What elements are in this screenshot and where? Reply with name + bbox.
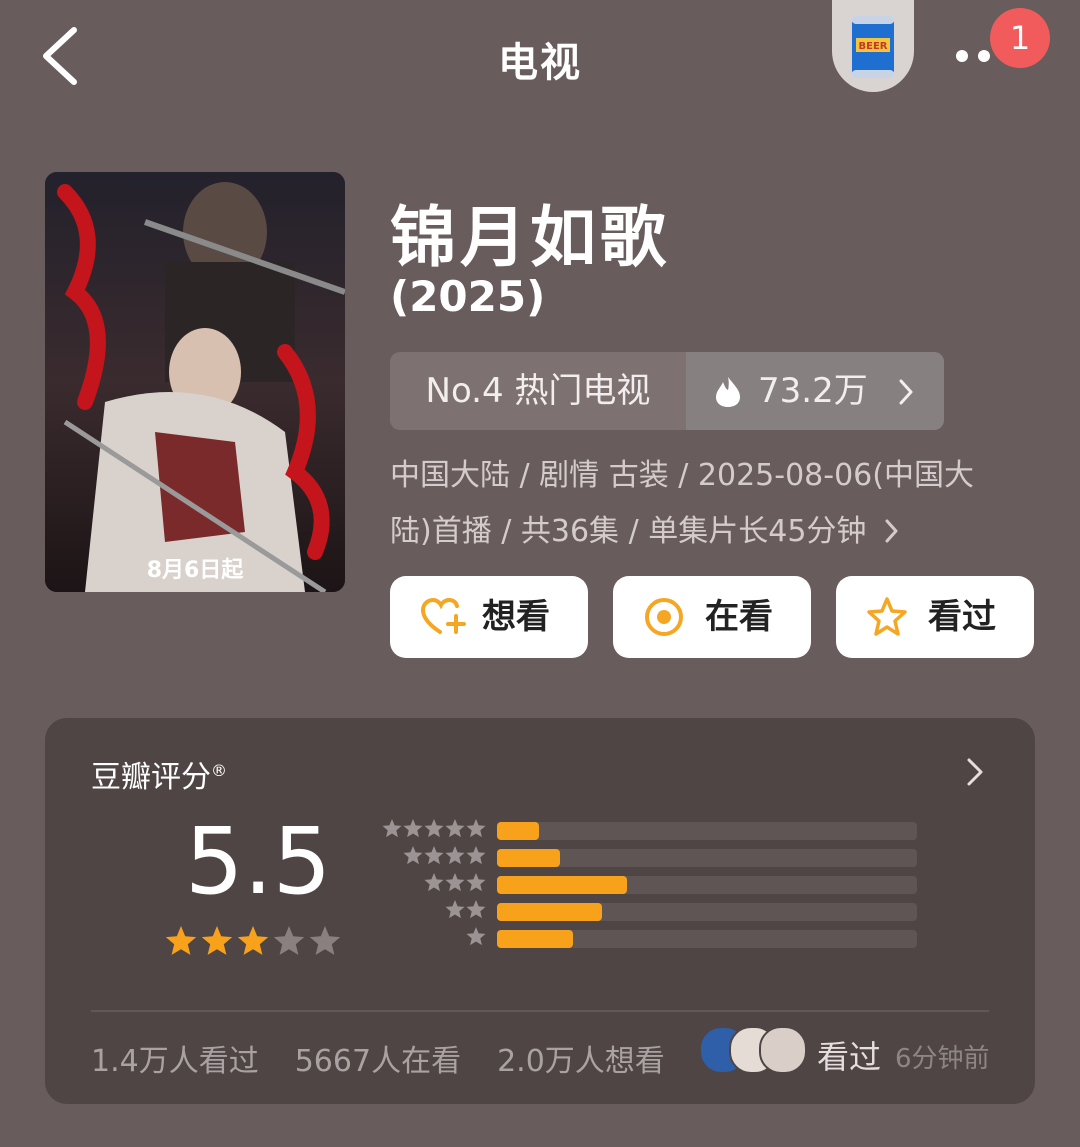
chevron-right-icon (899, 379, 913, 405)
star-small-icon (466, 927, 486, 946)
rating-card[interactable]: 豆瓣评分® 5.5 1.4万人看过 5667人在看 2.0万人想看 看过 6分钟前 (45, 718, 1035, 1104)
beer-can-icon: BEER (852, 16, 894, 78)
distribution-row-1-star (375, 927, 935, 948)
registered-mark: ® (211, 761, 227, 780)
poster-image[interactable]: 8月6日起 (45, 172, 345, 592)
avatar (759, 1026, 807, 1074)
star-small-icon (445, 873, 465, 892)
rank-label[interactable]: No.4 热门电视 (390, 352, 686, 430)
distribution-track (497, 903, 917, 921)
distribution-stars-icon (424, 873, 486, 892)
distribution-stars-icon (445, 900, 486, 919)
divider (91, 1010, 989, 1012)
star-filled-icon (237, 926, 269, 955)
star-small-icon (403, 819, 423, 838)
distribution-track (497, 876, 917, 894)
distribution-row-3-star (375, 873, 935, 894)
distribution-row-4-star (375, 846, 935, 867)
poster-art (45, 172, 345, 592)
star-small-icon (445, 819, 465, 838)
show-title: 锦月如歌 (390, 199, 670, 276)
watched-count[interactable]: 1.4万人看过 (91, 1044, 259, 1079)
stats-row: 1.4万人看过 5667人在看 2.0万人想看 (91, 1036, 701, 1080)
star-empty-icon (273, 926, 305, 955)
distribution-track (497, 930, 917, 948)
distribution-track (497, 849, 917, 867)
page-title: 电视 (498, 40, 582, 86)
meta-line-2: 陆)首播 / 共36集 / 单集片长45分钟 (390, 504, 1050, 560)
rating-stars-svg (165, 926, 341, 955)
want-to-watch-button[interactable]: 想看 (390, 576, 588, 658)
distribution-row-5-star (375, 819, 935, 840)
rating-title-text: 豆瓣评分 (91, 760, 211, 795)
target-icon (645, 598, 683, 636)
more-dot (956, 50, 968, 62)
distribution-row-2-star (375, 900, 935, 921)
more-dot (978, 50, 990, 62)
watched-button[interactable]: 看过 (836, 576, 1034, 658)
chevron-right-icon (885, 519, 898, 543)
hot-count-button[interactable]: 73.2万 (686, 352, 944, 430)
star-small-icon (466, 873, 486, 892)
friend-seen-time: 6分钟前 (895, 1044, 990, 1074)
star-small-icon (382, 819, 402, 838)
beer-tab[interactable]: BEER (832, 0, 914, 92)
watching-count[interactable]: 5667人在看 (295, 1044, 461, 1079)
hot-count: 73.2万 (758, 371, 868, 411)
star-small-icon (445, 846, 465, 865)
want-to-watch-label: 想看 (482, 597, 550, 637)
star-filled-icon (201, 926, 233, 955)
star-small-icon (403, 846, 423, 865)
star-small-icon (466, 900, 486, 919)
flame-icon (716, 377, 740, 407)
star-small-icon (424, 819, 444, 838)
friend-seen-label: 看过 (817, 1038, 882, 1076)
beer-label: BEER (859, 41, 888, 52)
rank-box: No.4 热门电视 73.2万 (390, 352, 944, 430)
meta-line-1: 中国大陆 / 剧情 古装 / 2025-08-06(中国大 (390, 458, 974, 493)
show-meta[interactable]: 中国大陆 / 剧情 古装 / 2025-08-06(中国大 陆)首播 / 共36… (390, 448, 1050, 560)
watching-label: 在看 (705, 597, 773, 637)
star-empty-icon (309, 926, 341, 955)
distribution-stars-icon (403, 846, 486, 865)
star-filled-icon (165, 926, 197, 955)
watched-label: 看过 (928, 597, 996, 637)
distribution-bar (497, 876, 628, 894)
star-small-icon (445, 900, 465, 919)
star-small-icon (466, 846, 486, 865)
heart-plus-icon (420, 597, 466, 634)
star-small-icon (424, 846, 444, 865)
distribution-stars-icon (466, 927, 486, 946)
star-outline-icon (867, 597, 907, 636)
distribution-bar (497, 849, 560, 867)
rating-score: 5.5 (185, 808, 332, 915)
distribution-bar (497, 822, 539, 840)
top-bar: 电视 BEER 1 (0, 0, 1080, 120)
notification-badge[interactable]: 1 (990, 8, 1050, 68)
star-small-icon (466, 819, 486, 838)
distribution-stars-icon (382, 819, 486, 838)
rating-stars (163, 924, 343, 964)
want-count[interactable]: 2.0万人想看 (497, 1044, 665, 1079)
star-small-icon (424, 873, 444, 892)
rating-title: 豆瓣评分® (91, 752, 227, 796)
distribution-bar (497, 930, 573, 948)
friend-avatars[interactable] (699, 1026, 809, 1076)
meta-line-2-text: 陆)首播 / 共36集 / 单集片长45分钟 (390, 514, 867, 549)
chevron-right-icon[interactable] (965, 756, 985, 788)
watching-button[interactable]: 在看 (613, 576, 811, 658)
show-year: (2025) (390, 272, 546, 321)
distribution-bar (497, 903, 602, 921)
distribution-track (497, 822, 917, 840)
poster-caption: 8月6日起 (146, 558, 244, 583)
